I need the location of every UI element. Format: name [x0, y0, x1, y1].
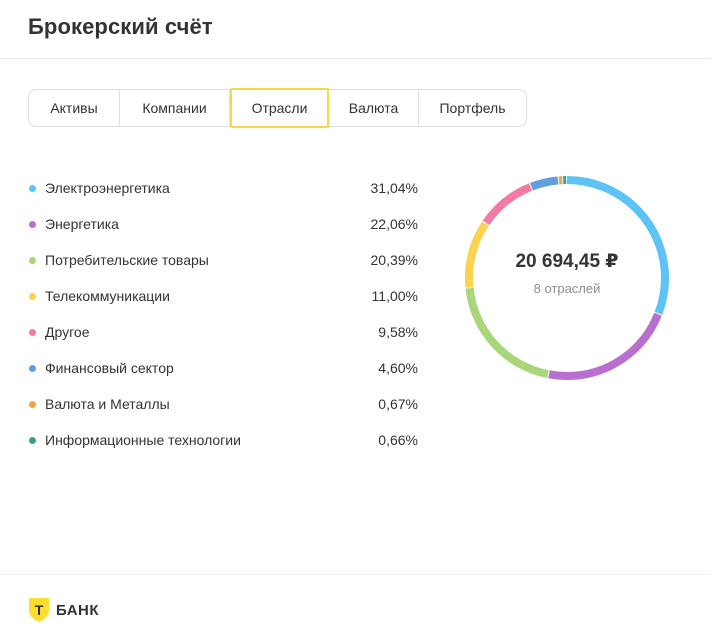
tab-assets[interactable]: Активы: [29, 90, 120, 126]
legend-name: Телекоммуникации: [45, 288, 170, 304]
legend-name: Валюта и Металлы: [45, 396, 170, 412]
legend-value: 20,39%: [370, 252, 418, 268]
page-title: Брокерский счёт: [28, 14, 213, 39]
legend-name: Потребительские товары: [45, 252, 209, 268]
legend-name: Энергетика: [45, 216, 119, 232]
legend-item: Энергетика 22,06%: [28, 206, 418, 242]
legend-value: 31,04%: [370, 180, 418, 196]
legend-item: Телекоммуникации 11,00%: [28, 278, 418, 314]
tab-portfolio[interactable]: Портфель: [419, 90, 526, 126]
tab-currency[interactable]: Валюта: [329, 90, 419, 126]
legend-dot: [29, 436, 36, 444]
title-divider: [0, 58, 711, 59]
legend-name: Другое: [45, 324, 90, 340]
legend-dot: [29, 256, 36, 264]
legend-value: 4,60%: [378, 360, 418, 376]
legend-dot: [29, 292, 36, 300]
legend-dot: [29, 220, 36, 228]
logo-text: БАНК: [56, 601, 100, 619]
legend-item: Электроэнергетика 31,04%: [28, 170, 418, 206]
legend-dot: [29, 400, 36, 408]
legend-item: Информационные технологии 0,66%: [28, 422, 418, 458]
legend-value: 9,58%: [378, 324, 418, 340]
legend-dot: [29, 364, 36, 372]
industry-donut-chart[interactable]: 20 694,45 ₽ 8 отраслей: [461, 172, 673, 384]
portfolio-total: 20 694,45 ₽: [515, 251, 619, 272]
tab-industries[interactable]: Отрасли: [230, 88, 329, 128]
legend-item: Валюта и Металлы 0,67%: [28, 386, 418, 422]
donut-center: 20 694,45 ₽ 8 отраслей: [461, 172, 673, 384]
tab-bar: Активы Компании Отрасли Валюта Портфель: [28, 88, 527, 128]
industry-legend: Электроэнергетика 31,04% Энергетика 22,0…: [28, 170, 418, 458]
tbank-logo: Т БАНК: [28, 597, 99, 623]
legend-item: Финансовый сектор 4,60%: [28, 350, 418, 386]
legend-value: 0,67%: [378, 396, 418, 412]
legend-item: Потребительские товары 20,39%: [28, 242, 418, 278]
legend-dot: [29, 184, 36, 192]
tbank-shield-icon: Т: [29, 598, 49, 622]
logo-letter: Т: [35, 602, 44, 618]
legend-item: Другое 9,58%: [28, 314, 418, 350]
tab-companies[interactable]: Компании: [120, 90, 230, 126]
legend-name: Финансовый сектор: [45, 360, 174, 376]
footer-divider: [0, 574, 711, 575]
legend-dot: [29, 328, 36, 336]
legend-name: Информационные технологии: [45, 432, 241, 448]
legend-value: 0,66%: [378, 432, 418, 448]
industry-count: 8 отраслей: [533, 281, 601, 296]
legend-value: 22,06%: [370, 216, 418, 232]
legend-name: Электроэнергетика: [45, 180, 170, 196]
legend-value: 11,00%: [371, 288, 418, 304]
